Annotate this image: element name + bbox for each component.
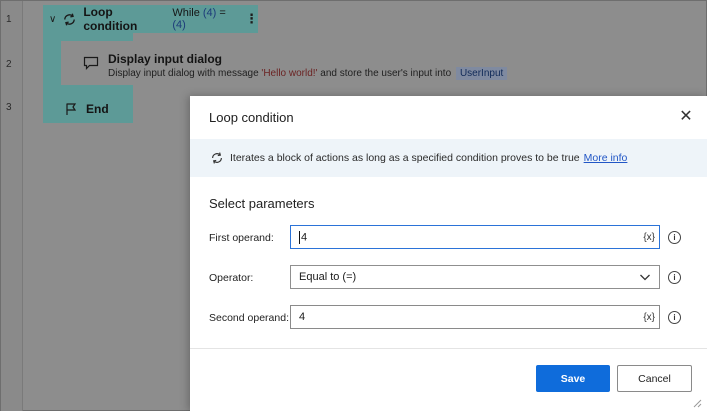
footer-divider: [190, 348, 707, 349]
close-icon[interactable]: ✕: [678, 109, 694, 125]
operator-select[interactable]: Equal to (=): [290, 265, 660, 289]
loop-condition-dialog: Loop condition ✕ Iterates a block of act…: [190, 96, 707, 411]
end-label: End: [86, 102, 109, 116]
info-circle-icon[interactable]: i: [668, 271, 681, 284]
display-input-dialog-action[interactable]: Display input dialog Display input dialo…: [61, 41, 621, 85]
more-options-icon[interactable]: ⋮: [245, 11, 258, 27]
message-dialog-icon: [83, 56, 99, 70]
summary-prefix: While: [172, 7, 200, 19]
line-number: 2: [6, 59, 12, 70]
second-operand-value: 4: [299, 311, 306, 323]
more-info-link[interactable]: More info: [584, 152, 628, 164]
chevron-down-icon: [639, 271, 651, 283]
cancel-button[interactable]: Cancel: [617, 365, 692, 392]
info-circle-icon[interactable]: i: [668, 311, 681, 324]
flag-icon: [65, 102, 78, 116]
desc-prefix: Display input dialog with message: [108, 68, 259, 79]
section-title: Select parameters: [209, 196, 315, 211]
desc-message: 'Hello world!': [261, 68, 318, 79]
loop-arrows-icon: [210, 151, 224, 165]
summary-left-operand: (4): [202, 7, 217, 19]
operator-value: Equal to (=): [299, 271, 357, 283]
end-action[interactable]: End: [43, 95, 133, 123]
second-operand-input[interactable]: 4 {x}: [290, 305, 660, 329]
variable-chip: UserInput: [455, 67, 508, 80]
action-title: Display input dialog: [108, 52, 223, 66]
summary-right-operand: (4): [172, 19, 186, 31]
insert-variable-button[interactable]: {x}: [643, 312, 655, 323]
loop-action-title: Loop condition: [83, 5, 138, 33]
action-description: Display input dialog with message 'Hello…: [108, 67, 508, 80]
info-text: Iterates a block of actions as long as a…: [230, 152, 580, 164]
first-operand-label: First operand:: [209, 232, 274, 244]
insert-variable-button[interactable]: {x}: [643, 232, 655, 243]
loop-arrows-icon: [62, 12, 77, 27]
text-caret: [299, 230, 300, 244]
line-number: 3: [6, 102, 12, 113]
resize-grip-icon[interactable]: [690, 395, 702, 408]
dialog-title: Loop condition: [209, 110, 294, 125]
line-gutter: 1 2 3: [1, 1, 23, 411]
first-operand-input[interactable]: 4 {x}: [290, 225, 660, 249]
operator-label: Operator:: [209, 272, 254, 284]
line-number: 1: [6, 14, 12, 25]
loop-condition-summary: While (4) = (4): [172, 7, 241, 31]
chevron-down-icon[interactable]: ∨: [49, 14, 56, 25]
first-operand-value: 4: [301, 230, 308, 243]
loop-action-header[interactable]: ∨ Loop condition While (4) = (4) ⋮: [43, 5, 258, 33]
desc-middle: and store the user's input into: [320, 68, 452, 79]
summary-operator: =: [219, 7, 226, 19]
second-operand-label: Second operand:: [209, 312, 289, 324]
info-banner: Iterates a block of actions as long as a…: [190, 139, 707, 177]
info-circle-icon[interactable]: i: [668, 231, 681, 244]
save-button[interactable]: Save: [536, 365, 610, 392]
